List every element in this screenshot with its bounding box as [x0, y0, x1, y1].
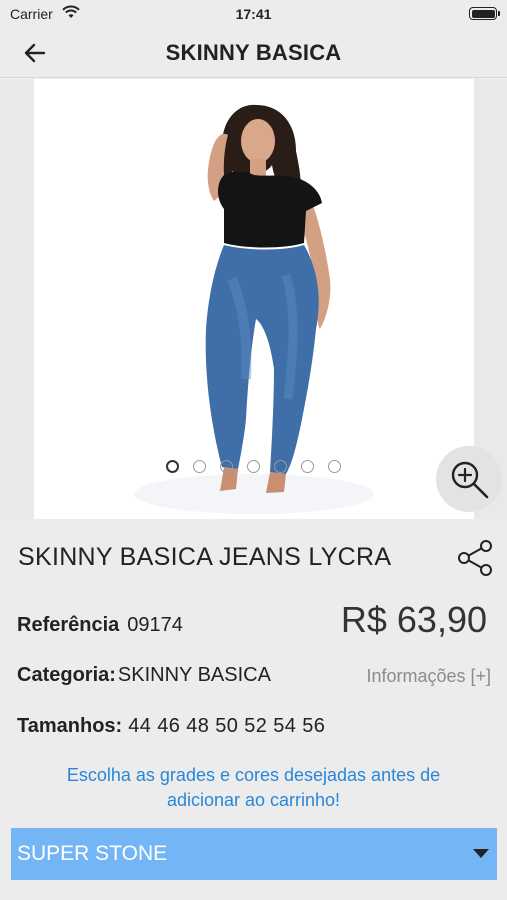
selection-notice: Escolha as grades e cores desejadas ante… — [0, 763, 507, 813]
reference-row: Referência 09174 — [17, 614, 183, 637]
product-price: R$ 63,90 — [340, 599, 487, 640]
share-icon[interactable] — [456, 538, 496, 578]
status-bar: Carrier 17:41 — [0, 0, 507, 28]
info-link[interactable]: Informações [+] — [366, 666, 491, 687]
reference-value: 09174 — [127, 614, 183, 636]
gallery-pagination — [0, 460, 507, 478]
sizes-label: Tamanhos: — [17, 715, 123, 737]
sizes-value: 44 46 48 50 52 54 56 — [128, 715, 326, 737]
pagination-dot[interactable] — [301, 460, 314, 473]
color-select-value: SUPER STONE — [17, 842, 168, 865]
notice-line: adicionar ao carrinho! — [166, 790, 341, 810]
reference-label: Referência — [17, 614, 120, 636]
pagination-dot[interactable] — [247, 460, 260, 473]
model-in-jeans-image — [134, 104, 374, 514]
pagination-dot[interactable] — [166, 460, 179, 473]
product-info: SKINNY BASICA JEANS LYCRA Referência 0917… — [0, 519, 507, 900]
caret-down-icon — [473, 849, 489, 858]
product-photo[interactable] — [34, 79, 474, 519]
pagination-dot[interactable] — [274, 460, 287, 473]
pagination-dot[interactable] — [328, 460, 341, 473]
pagination-dot[interactable] — [220, 460, 233, 473]
notice-line: Escolha as grades e cores desejadas ante… — [66, 765, 441, 785]
product-name: SKINNY BASICA JEANS LYCRA — [18, 543, 392, 571]
pagination-dot[interactable] — [193, 460, 206, 473]
zoom-in-icon — [451, 461, 489, 499]
status-time: 17:41 — [235, 6, 272, 22]
color-select[interactable]: SUPER STONE — [11, 828, 497, 880]
category-value: SKINNY BASICA — [117, 664, 271, 686]
category-row: Categoria: SKINNY BASICA — [17, 664, 271, 687]
page-title: SKINNY BASICA — [165, 40, 342, 65]
zoom-button[interactable] — [436, 446, 502, 512]
battery-icon — [469, 7, 500, 20]
nav-bar: SKINNY BASICA — [0, 28, 507, 78]
sizes-row: Tamanhos: 44 46 48 50 52 54 56 — [17, 715, 325, 738]
product-gallery[interactable] — [0, 79, 507, 519]
category-label: Categoria: — [17, 664, 116, 686]
